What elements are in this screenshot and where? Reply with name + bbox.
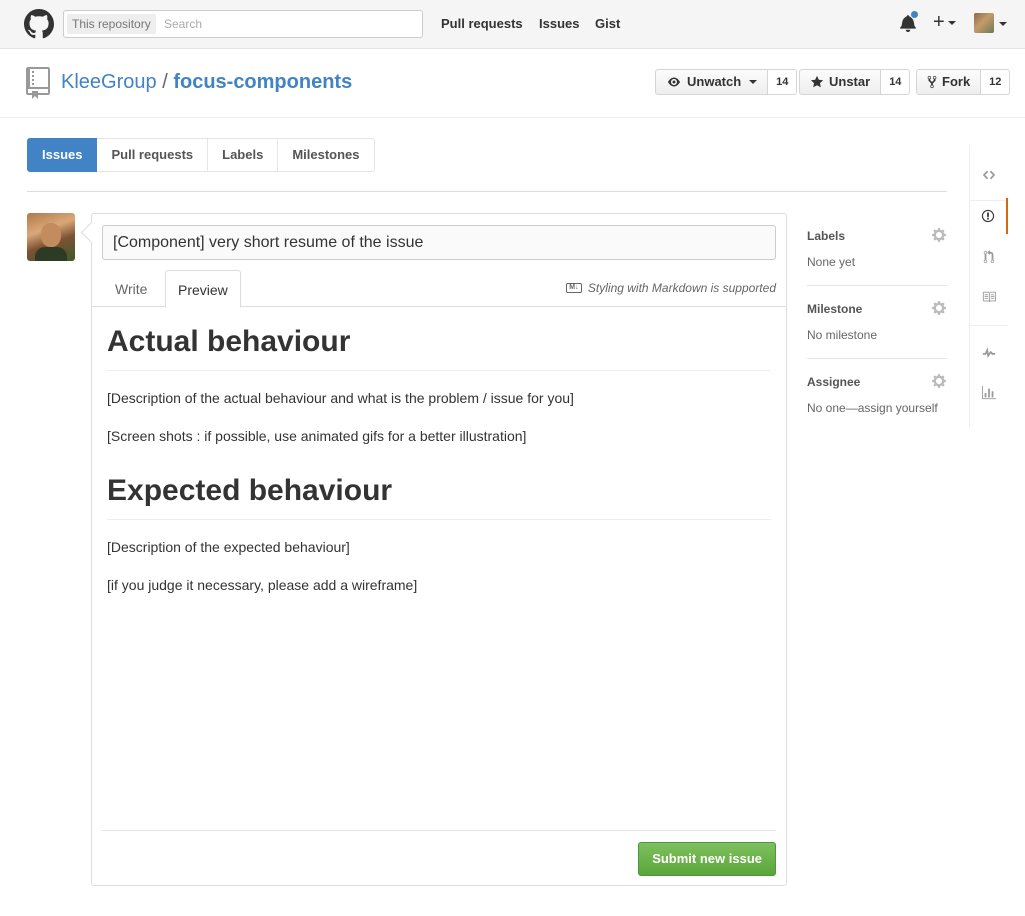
- tab-write[interactable]: Write: [103, 270, 159, 307]
- author-avatar[interactable]: [27, 213, 75, 261]
- issue-sidebar: Labels None yet Milestone No milestone A…: [807, 213, 947, 432]
- fork-group: Fork 12: [916, 69, 1011, 95]
- search-scope: This repository: [67, 14, 156, 34]
- rail-divider: [970, 325, 1008, 326]
- issue-icon[interactable]: [970, 198, 1008, 234]
- star-group: Unstar 14: [799, 69, 911, 95]
- preview-paragraph: [if you judge it necessary, please add a…: [107, 577, 418, 593]
- unwatch-label: Unwatch: [687, 74, 742, 89]
- site-header: This repository Pull requests Issues Gis…: [0, 0, 1025, 49]
- create-new-button[interactable]: +: [933, 11, 956, 33]
- repo-separator: /: [162, 71, 168, 93]
- notification-indicator: [910, 10, 919, 19]
- nav-gist[interactable]: Gist: [595, 16, 620, 31]
- tab-preview[interactable]: Preview: [165, 270, 241, 308]
- pulse-icon[interactable]: [970, 335, 1008, 371]
- labels-value: None yet: [807, 255, 856, 269]
- plus-icon: +: [933, 11, 945, 33]
- nav-pull-requests[interactable]: Pull requests: [441, 16, 523, 31]
- repo-header: KleeGroup / focus-components Unwatch 14 …: [0, 49, 1025, 118]
- milestone-value: No milestone: [807, 328, 878, 342]
- repo-nav-rail: [969, 145, 1008, 427]
- divider: [27, 191, 947, 192]
- search-box[interactable]: This repository: [63, 10, 423, 38]
- markdown-hint[interactable]: M↓ Styling with Markdown is supported: [565, 281, 776, 295]
- preview-paragraph: [Description of the expected behaviour]: [107, 539, 350, 555]
- watch-group: Unwatch 14: [655, 69, 798, 95]
- star-count[interactable]: 14: [881, 69, 911, 95]
- markdown-hint-text: Styling with Markdown is supported: [587, 281, 776, 295]
- chevron-down-icon: [749, 80, 758, 84]
- assignee-heading: Assignee: [807, 375, 861, 389]
- preview-body: Actual behaviour [Description of the act…: [107, 324, 771, 612]
- pull-request-icon[interactable]: [970, 239, 1008, 275]
- chevron-down-icon: [947, 20, 956, 25]
- gear-icon[interactable]: [931, 373, 947, 389]
- subnav-pull-requests[interactable]: Pull requests: [97, 138, 209, 172]
- repo-title: KleeGroup / focus-components: [61, 71, 352, 94]
- fork-icon: [927, 75, 937, 89]
- graph-icon[interactable]: [970, 375, 1008, 411]
- assignee-section: Assignee No one—assign yourself: [807, 359, 947, 432]
- editor-tabs: Write Preview M↓ Styling with Markdown i…: [92, 270, 786, 308]
- gear-icon[interactable]: [931, 227, 947, 243]
- submit-new-issue-button[interactable]: Submit new issue: [638, 842, 776, 876]
- user-avatar[interactable]: [974, 13, 994, 33]
- unstar-button[interactable]: Unstar: [799, 69, 882, 95]
- preview-paragraph: [Description of the actual behaviour and…: [107, 390, 574, 406]
- preview-paragraph: [Screen shots : if possible, use animate…: [107, 428, 527, 444]
- milestone-section: Milestone No milestone: [807, 286, 947, 359]
- nav-issues[interactable]: Issues: [539, 16, 579, 31]
- code-icon[interactable]: [970, 157, 1008, 193]
- labels-section: Labels None yet: [807, 213, 947, 286]
- fork-button[interactable]: Fork: [916, 69, 982, 95]
- github-logo-icon[interactable]: [24, 9, 54, 39]
- unstar-label: Unstar: [829, 74, 871, 89]
- issues-subnav: Issues Pull requests Labels Milestones: [27, 138, 375, 172]
- wiki-icon[interactable]: [970, 279, 1008, 315]
- new-issue-form: Write Preview M↓ Styling with Markdown i…: [91, 213, 787, 886]
- gear-icon[interactable]: [931, 300, 947, 316]
- markdown-icon: M↓: [565, 283, 582, 293]
- subnav-milestones[interactable]: Milestones: [278, 138, 375, 172]
- labels-heading: Labels: [807, 229, 846, 243]
- repo-owner-link[interactable]: KleeGroup: [61, 71, 157, 93]
- eye-icon: [668, 77, 680, 87]
- unwatch-button[interactable]: Unwatch: [655, 69, 769, 95]
- watch-count[interactable]: 14: [768, 69, 798, 95]
- issue-title-input[interactable]: [102, 225, 776, 260]
- fork-count[interactable]: 12: [981, 69, 1011, 95]
- milestone-heading: Milestone: [807, 302, 863, 316]
- subnav-labels[interactable]: Labels: [208, 138, 279, 172]
- assignee-value[interactable]: No one—assign yourself: [807, 401, 938, 415]
- preview-heading: Expected behaviour: [107, 473, 771, 520]
- repo-icon: [26, 67, 50, 99]
- search-input[interactable]: [164, 11, 414, 37]
- form-actions: Submit new issue: [102, 830, 776, 886]
- fork-label: Fork: [942, 74, 971, 89]
- star-icon: [810, 75, 824, 88]
- preview-heading: Actual behaviour: [107, 324, 771, 371]
- chevron-down-icon[interactable]: [999, 22, 1007, 26]
- repo-name-link[interactable]: focus-components: [173, 71, 352, 93]
- subnav-issues[interactable]: Issues: [27, 138, 98, 172]
